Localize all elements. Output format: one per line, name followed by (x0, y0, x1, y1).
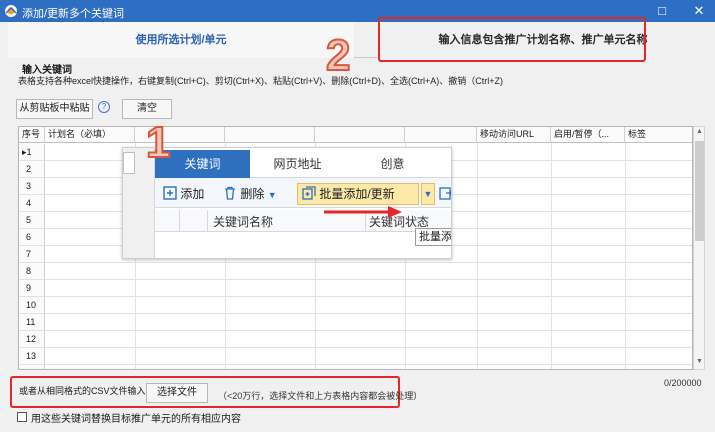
tab-use-selected[interactable]: 使用所选计划/单元 (8, 22, 354, 58)
inset-export-icon[interactable] (439, 183, 451, 205)
column-header-index[interactable]: 序号 (19, 127, 45, 143)
inset-add-button[interactable]: 添加 (163, 183, 204, 205)
inset-screenshot: 关键词 网页地址 创意 添加 删除 ▼ 批量添加/更新 ▼ 关键词名称 关键词状… (122, 147, 452, 259)
app-icon (5, 5, 17, 17)
plus-square-icon (163, 186, 177, 200)
row-number: 6 (19, 229, 45, 246)
maximize-icon: □ (658, 3, 666, 18)
clear-button[interactable]: 清空 (122, 99, 172, 119)
column-header-5[interactable] (315, 127, 405, 143)
replace-checkbox[interactable] (17, 412, 27, 422)
row-number: 3 (19, 178, 45, 195)
grid-scrollbar[interactable]: ▲ ▼ (693, 126, 705, 370)
column-header-4[interactable] (225, 127, 315, 143)
column-header-tag[interactable]: 标签 (625, 127, 692, 143)
inset-tab-creative[interactable]: 创意 (345, 150, 440, 178)
row-number: 12 (19, 331, 45, 348)
row-number: 10 (19, 297, 45, 314)
inset-delete-label: 删除 (240, 187, 265, 201)
inset-tab-url[interactable]: 网页地址 (250, 150, 345, 178)
inset-toolbar: 添加 删除 ▼ 批量添加/更新 ▼ (155, 178, 451, 208)
row-number: 13 (19, 348, 45, 365)
row-number: 14 (19, 365, 45, 369)
maximize-button[interactable]: □ (646, 0, 678, 22)
red-arrow (324, 206, 402, 218)
inset-table-header: 关键词名称 关键词状态 (155, 210, 451, 232)
csv-label: 或者从相同格式的CSV文件输入： (19, 386, 155, 396)
scroll-up-icon[interactable]: ▲ (695, 128, 704, 138)
trash-icon (225, 186, 235, 200)
inset-tabbar: 关键词 网页地址 创意 (155, 150, 451, 178)
column-header-6[interactable] (405, 127, 477, 143)
paste-clipboard-button[interactable]: 从剪贴板中粘贴 (16, 99, 93, 119)
row-number: 9 (19, 280, 45, 297)
batch-add-icon (302, 186, 316, 200)
column-header-mobile-url[interactable]: 移动访问URL (477, 127, 551, 143)
replace-checkbox-label[interactable]: 用这些关键词替换目标推广单元的所有相应内容 (31, 410, 241, 425)
inset-delete-button[interactable]: 删除 ▼ (223, 183, 277, 205)
column-header-enable-pause[interactable]: 启用/暂停（... (551, 127, 625, 143)
inset-col-keyword-name: 关键词名称 (213, 215, 274, 229)
inset-batch-dropdown-icon[interactable]: ▼ (421, 183, 435, 205)
help-icon[interactable]: ? (98, 101, 110, 113)
step-number-2: 2 (325, 31, 352, 80)
row-number: 7 (19, 246, 45, 263)
close-button[interactable]: ✕ (683, 0, 715, 22)
row-number: 5 (19, 212, 45, 229)
csv-note: （<20万行，选择文件和上方表格内容都会被处理） (218, 391, 423, 401)
step-number-1: 1 (145, 118, 172, 167)
row-counter: 0/200000 (664, 378, 702, 388)
column-header-plan[interactable]: 计划名（必填） (45, 127, 135, 143)
inset-add-label: 添加 (180, 187, 205, 201)
shortcut-hint: 表格支持各种excel快捷操作，右键复制(Ctrl+C)、剪切(Ctrl+X)、… (18, 76, 503, 86)
row-number: ▸1 (19, 144, 45, 161)
scroll-down-icon[interactable]: ▼ (695, 358, 704, 368)
scroll-thumb[interactable] (695, 141, 704, 241)
inset-left-field (123, 152, 135, 174)
highlight-box-tab (378, 17, 646, 62)
inset-batch-button[interactable]: 批量添加/更新 (297, 183, 419, 205)
window-title: 添加/更新多个关键词 (22, 8, 125, 20)
chevron-down-icon[interactable]: ▼ (268, 190, 277, 200)
row-number: 8 (19, 263, 45, 280)
inset-tooltip: 批量添加/更新 (415, 228, 451, 246)
inset-batch-label: 批量添加/更新 (319, 187, 395, 201)
row-number: 4 (19, 195, 45, 212)
close-icon: ✕ (693, 3, 705, 18)
choose-file-button[interactable]: 选择文件 (146, 383, 208, 403)
row-number: 11 (19, 314, 45, 331)
row-number: 2 (19, 161, 45, 178)
